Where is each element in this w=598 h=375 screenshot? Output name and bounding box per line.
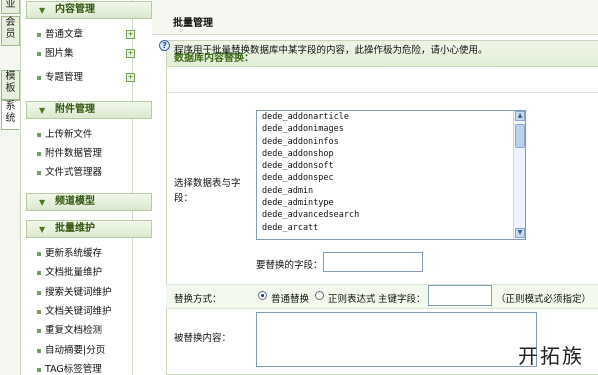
table-option[interactable]: dede_addonspec	[257, 172, 525, 184]
add-icon[interactable]: +	[126, 30, 135, 39]
vertical-tab-strip: 业 会员 模板 系统	[0, 0, 21, 375]
page-title: 批量管理	[173, 18, 213, 29]
menu-item-auto-summary[interactable]: 自动摘要|分页	[36, 345, 105, 357]
primary-key-input[interactable]	[428, 285, 492, 306]
scroll-down-icon[interactable]: ▼	[515, 228, 525, 238]
scroll-thumb[interactable]	[515, 124, 525, 148]
field-input[interactable]	[323, 252, 423, 272]
group-title: 批量维护	[55, 223, 95, 234]
group-title: 内容管理	[55, 4, 95, 15]
sidebar: ▼ 内容管理 普通文章 + 图片集 + 专题管理 + ▼ 附件管理 上传新文件 附件…	[21, 0, 152, 375]
table-option[interactable]: dede_admintype	[257, 197, 525, 209]
info-text: 程序用于批量替换数据库中某字段的内容，此操作极为危险，请小心使用。	[174, 45, 488, 56]
mode-label: 替换方式：	[174, 294, 222, 305]
chevron-down-icon: ▼	[39, 106, 46, 115]
vtab-char: 系	[5, 101, 16, 112]
group-title: 附件管理	[55, 104, 95, 115]
menu-item-search-keywords[interactable]: 搜索关键词维护	[37, 287, 112, 299]
menu-item-attachment-data[interactable]: 附件数据管理	[36, 148, 102, 160]
replace-content-label: 被替换内容：	[174, 333, 232, 344]
group-title: 频道模型	[55, 196, 95, 207]
table-option[interactable]: dede_addoninfos	[257, 136, 525, 148]
replace-content-textarea[interactable]	[256, 312, 537, 367]
menu-item-duplicate-check[interactable]: 重复文档检测	[36, 325, 102, 337]
primary-key-label: 主键字段：	[378, 294, 426, 305]
table-field-listbox[interactable]: dede_addonarticle dede_addonimages dede_…	[256, 110, 526, 240]
group-content-manage[interactable]: ▼ 内容管理	[26, 1, 152, 19]
menu-item-doc-keywords[interactable]: 文档关键词维护	[37, 306, 112, 318]
menu-item-upload[interactable]: 上传新文件	[37, 129, 93, 141]
vtab-member[interactable]: 会员	[1, 16, 20, 46]
vtab-char: 统	[5, 113, 16, 124]
table-option[interactable]: dede_arcatt	[257, 222, 525, 234]
mode-regex-label: 正则表达式	[328, 294, 376, 305]
vtab-char: 模	[5, 71, 16, 82]
scroll-up-icon[interactable]: ▲	[515, 111, 525, 121]
chevron-down-icon: ▼	[39, 198, 46, 207]
top-bar: 批量管理	[152, 0, 598, 35]
group-channel-model[interactable]: ▼ 频道模型	[26, 193, 152, 211]
table-option[interactable]: dede_addonimages	[257, 123, 525, 135]
watermark: 开拓族	[518, 344, 584, 368]
info-row	[167, 67, 598, 93]
help-icon: ?	[159, 40, 170, 51]
chevron-down-icon: ▼	[39, 6, 46, 15]
menu-item-images[interactable]: 图片集	[37, 48, 74, 60]
vtab-business[interactable]: 业	[1, 0, 20, 14]
menu-item-file-manager[interactable]: 文件式管理器	[36, 167, 102, 179]
add-icon[interactable]: +	[126, 73, 135, 82]
menu-item-update-cache[interactable]: 更新系统缓存	[36, 248, 102, 260]
field-label: 要替换的字段：	[256, 260, 323, 271]
menu-item-tag-manage[interactable]: TAG标签管理	[37, 364, 102, 375]
table-option[interactable]: dede_addonarticle	[257, 111, 525, 123]
vtab-system[interactable]: 系统	[1, 100, 20, 130]
regex-hint: （正则模式必须指定）	[496, 294, 592, 305]
radio-regex[interactable]	[315, 291, 324, 300]
vtab-char: 板	[5, 83, 16, 94]
menu-item-articles[interactable]: 普通文章	[36, 29, 83, 41]
menu-item-topics[interactable]: 专题管理	[36, 72, 83, 84]
select-table-label: 选择数据表与字段：	[174, 178, 241, 204]
table-option[interactable]: dede_addonshop	[257, 148, 525, 160]
mode-normal-label: 普通替换	[271, 294, 310, 305]
table-option[interactable]: dede_admin	[257, 185, 525, 197]
group-batch-maintenance[interactable]: ▼ 批量维护	[26, 220, 152, 238]
listbox-scrollbar[interactable]: ▲ ▼	[513, 111, 525, 239]
group-attachments[interactable]: ▼ 附件管理	[26, 101, 152, 119]
chevron-down-icon: ▼	[39, 225, 46, 234]
table-option[interactable]: dede_addonsoft	[257, 160, 525, 172]
radio-normal[interactable]	[258, 291, 267, 300]
vtab-char: 员	[5, 29, 16, 40]
vtab-char: 业	[5, 0, 16, 10]
vtab-template[interactable]: 模板	[1, 70, 20, 100]
vtab-char: 会	[5, 17, 16, 28]
add-icon[interactable]: +	[126, 49, 135, 58]
table-option[interactable]: dede_advancedsearch	[257, 209, 525, 221]
menu-item-doc-batch[interactable]: 文档批量维护	[36, 267, 102, 279]
